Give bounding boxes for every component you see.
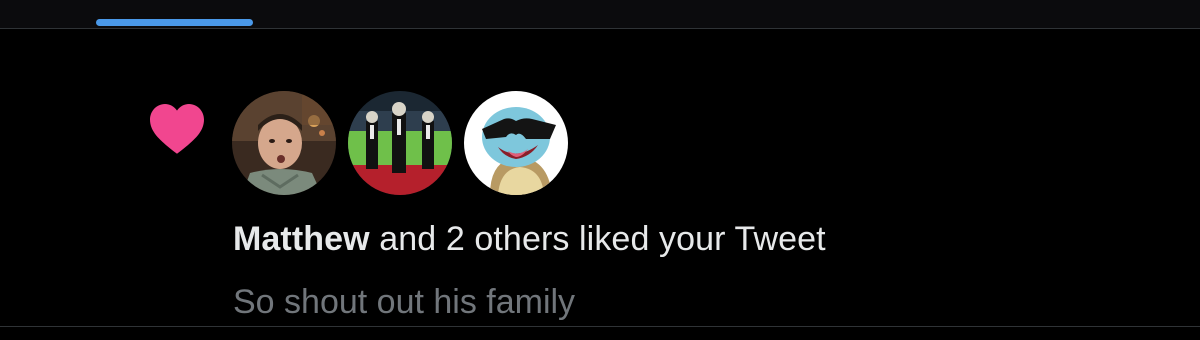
notification-headline: Matthew and 2 others liked your Tweet: [233, 220, 826, 259]
liker-avatars: [232, 91, 568, 195]
liked-tweet-text: So shout out his family: [233, 283, 576, 321]
like-notification[interactable]: Matthew and 2 others liked your Tweet So…: [0, 29, 1200, 326]
avatar[interactable]: [232, 91, 336, 195]
notification-divider: [0, 326, 1200, 327]
notification-action-text: and 2 others liked your Tweet: [369, 220, 826, 258]
avatar[interactable]: [348, 91, 452, 195]
avatar[interactable]: [464, 91, 568, 195]
notifications-page: Matthew and 2 others liked your Tweet So…: [0, 0, 1200, 340]
notifications-tab-bar: [0, 0, 1200, 29]
active-tab-indicator: [96, 19, 253, 26]
liker-name[interactable]: Matthew: [233, 220, 370, 258]
heart-icon: [150, 103, 204, 154]
